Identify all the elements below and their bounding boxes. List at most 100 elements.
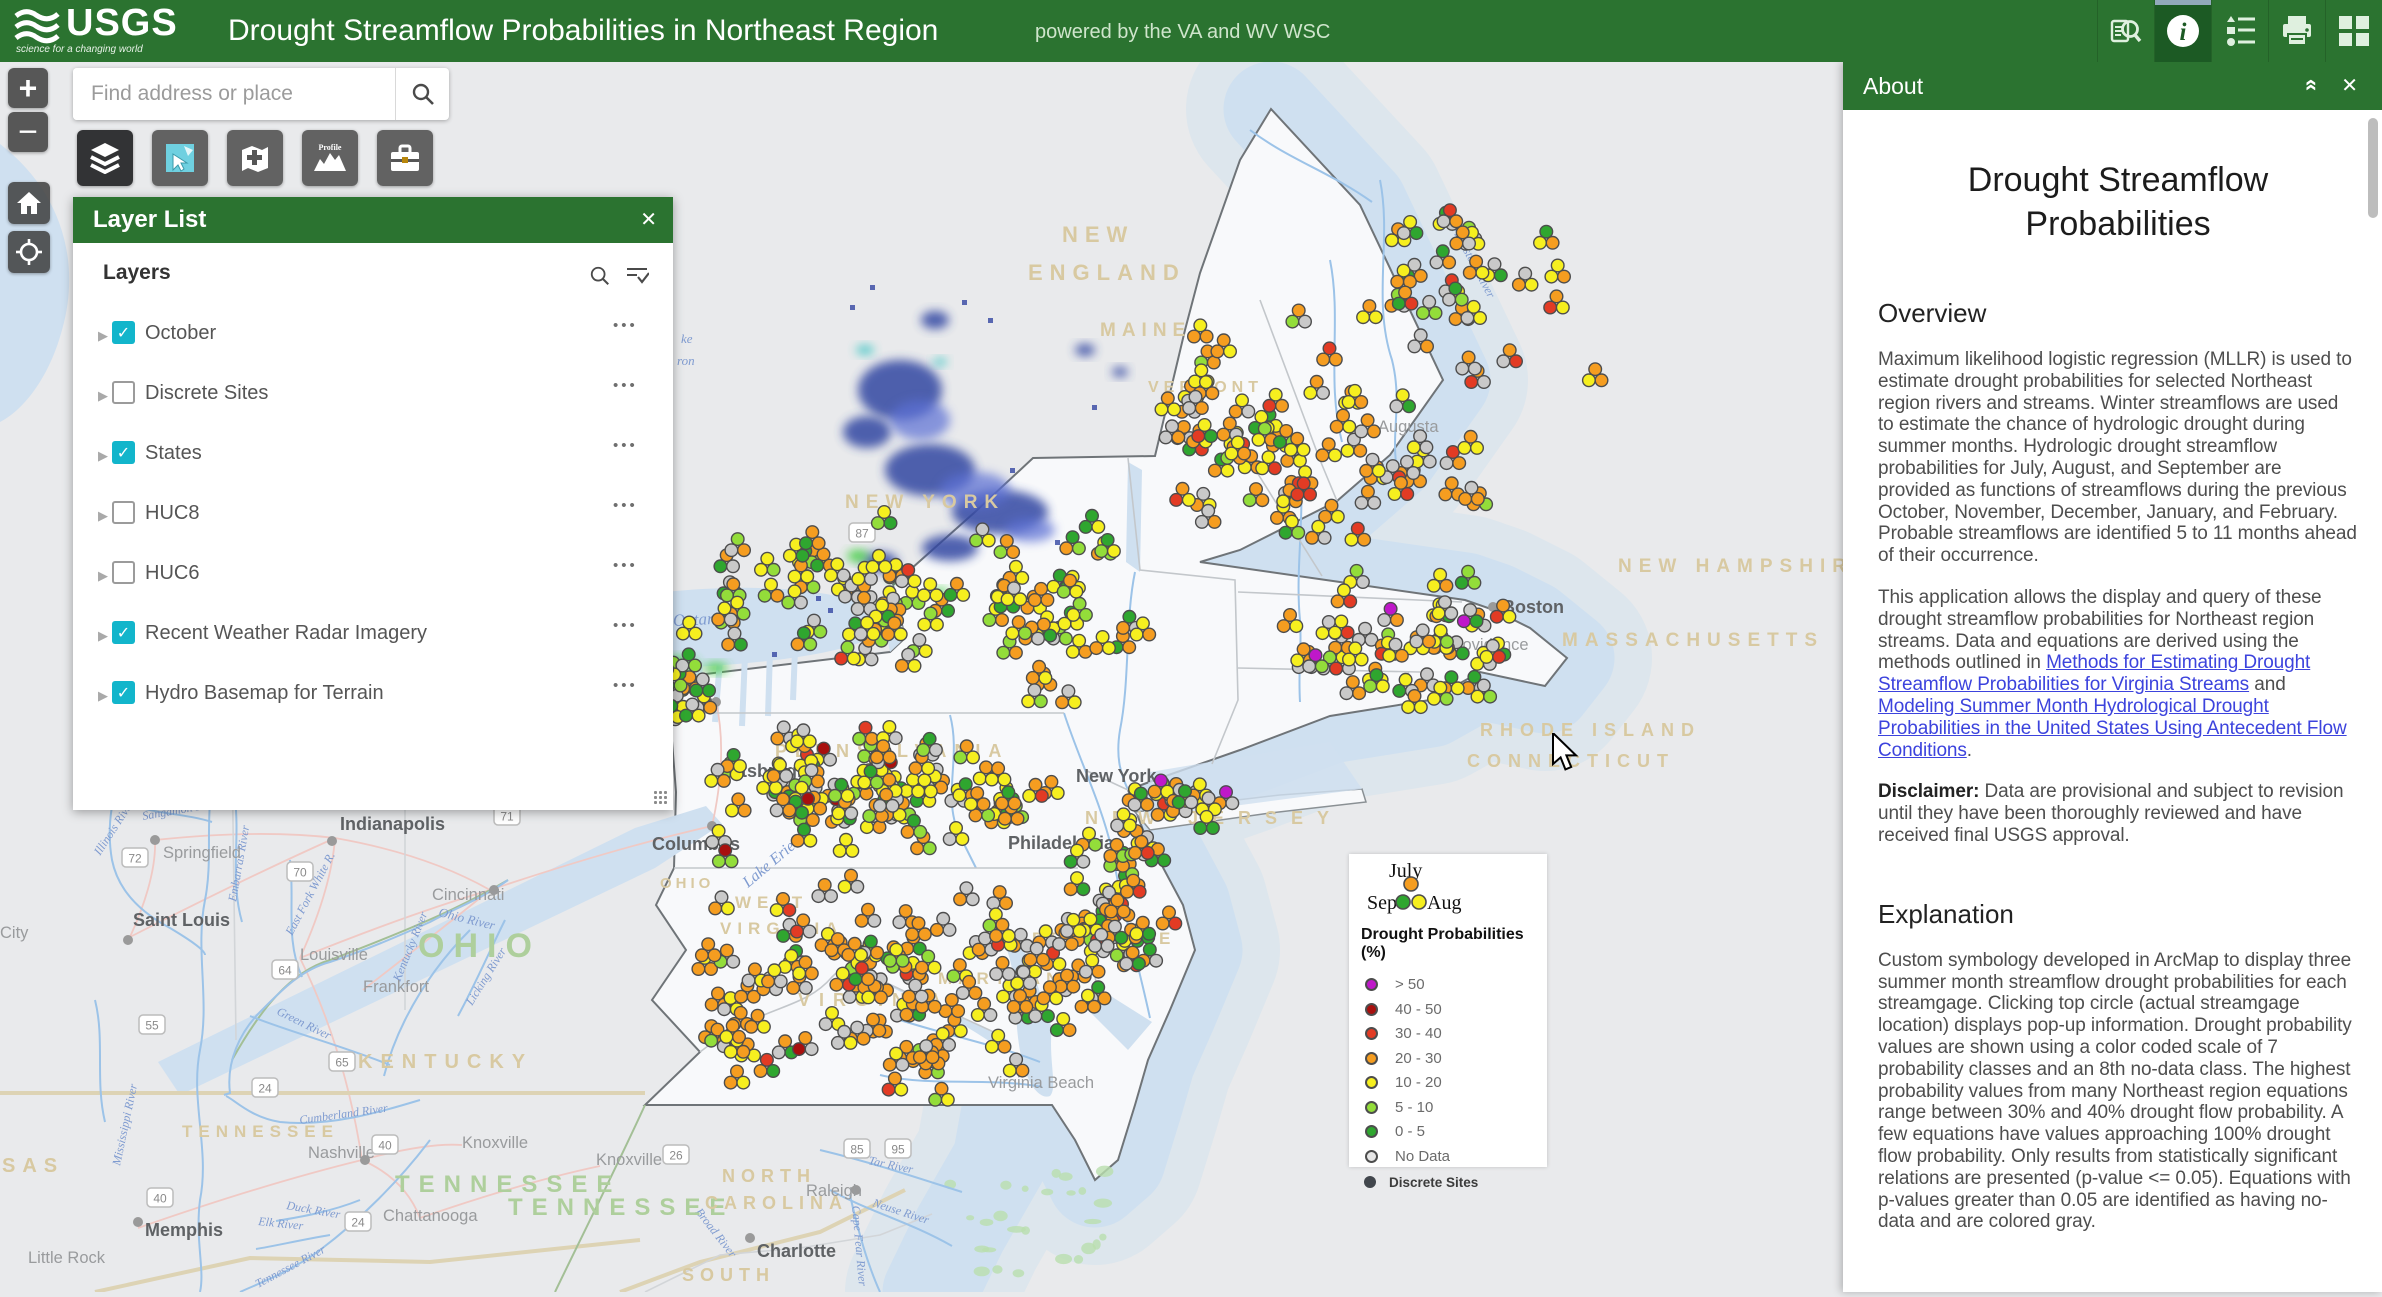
close-icon[interactable]: ✕	[2341, 62, 2358, 110]
layers-icon	[88, 142, 122, 174]
svg-text:Nashville: Nashville	[308, 1144, 375, 1162]
svg-text:ENGLAND: ENGLAND	[1028, 260, 1186, 285]
layer-row-hydro-basemap-for-terrain: ▶✓Hydro Basemap for Terrain•••	[73, 669, 673, 729]
search-input[interactable]	[73, 68, 395, 120]
add-map-icon	[238, 142, 272, 174]
panel-resize-handle[interactable]	[653, 790, 667, 804]
svg-text:NEW: NEW	[1062, 222, 1134, 247]
layer-checkbox[interactable]: ✓	[112, 441, 135, 464]
expand-arrow-icon[interactable]: ▶	[98, 688, 108, 704]
expand-arrow-icon[interactable]: ▶	[98, 388, 108, 404]
expand-arrow-icon[interactable]: ▶	[98, 508, 108, 524]
header-toolbar: i	[2097, 0, 2382, 62]
svg-text:Virginia Beach: Virginia Beach	[988, 1074, 1094, 1092]
print-icon[interactable]	[2268, 0, 2325, 62]
svg-text:71: 71	[500, 810, 514, 824]
layer-menu-button[interactable]: •••	[613, 437, 638, 454]
road-shield: 87	[849, 523, 875, 542]
layer-menu-button[interactable]: •••	[613, 617, 638, 634]
road-shield: 65	[329, 1052, 355, 1071]
home-extent-button[interactable]	[8, 182, 50, 224]
overview-paragraph-1: Maximum likelihood logistic regression (…	[1878, 349, 2358, 567]
legend-item: No Data	[1349, 1146, 1547, 1171]
about-content: Drought Streamflow Probabilities Overvie…	[1878, 110, 2358, 1233]
legend-item: > 50	[1349, 974, 1547, 999]
layer-checkbox[interactable]	[112, 381, 135, 404]
layer-menu-button[interactable]: •••	[613, 677, 638, 694]
svg-text:Saint Louis: Saint Louis	[133, 910, 230, 930]
legend-item: 0 - 5	[1349, 1121, 1547, 1146]
toolbox-button[interactable]	[377, 130, 433, 186]
layer-menu-button[interactable]: •••	[613, 497, 638, 514]
legend-list-icon[interactable]	[2211, 0, 2268, 62]
layer-label: Discrete Sites	[145, 382, 268, 405]
select-tool-button[interactable]	[152, 130, 208, 186]
layer-list-panel: Layer List ✕ Layers ▶✓October•••▶Discret…	[73, 197, 673, 810]
page-title: Drought Streamflow Probabilities in Nort…	[228, 0, 938, 62]
road-shield: 40	[147, 1188, 173, 1207]
expand-arrow-icon[interactable]: ▶	[98, 628, 108, 644]
layer-menu-button[interactable]: •••	[613, 557, 638, 574]
legend-items: > 5040 - 5030 - 4020 - 3010 - 205 - 100 …	[1349, 974, 1547, 1198]
svg-text:64: 64	[278, 964, 292, 978]
layer-menu-button[interactable]: •••	[613, 377, 638, 394]
svg-text:TENNESSEE: TENNESSEE	[508, 1194, 734, 1221]
layer-list-button[interactable]	[77, 130, 133, 186]
svg-text:OHIO: OHIO	[418, 927, 541, 965]
road-shield: 64	[272, 960, 298, 979]
svg-text:Augusta: Augusta	[1378, 418, 1439, 436]
layer-checkbox[interactable]	[112, 561, 135, 584]
elevation-profile-button[interactable]: Profile	[302, 130, 358, 186]
layer-checkbox[interactable]: ✓	[112, 621, 135, 644]
map-select-icon	[164, 142, 196, 174]
layer-list-title: Layer List	[93, 206, 206, 233]
expand-arrow-icon[interactable]: ▶	[98, 448, 108, 464]
layer-menu-button[interactable]: •••	[613, 317, 638, 334]
toggle-all-layers-icon[interactable]	[625, 265, 649, 292]
svg-text:MASSACHUSETTS: MASSACHUSETTS	[1562, 630, 1824, 651]
legend-item: 5 - 10	[1349, 1097, 1547, 1122]
my-location-button[interactable]	[8, 231, 50, 273]
attribute-search-icon[interactable]	[2097, 0, 2154, 62]
legend-item: 30 - 40	[1349, 1023, 1547, 1048]
svg-text:TENNESSEE: TENNESSEE	[182, 1122, 339, 1141]
collapse-icon[interactable]: «	[2299, 79, 2325, 91]
zoom-out-button[interactable]: −	[8, 112, 48, 152]
layer-label: HUC8	[145, 502, 199, 525]
about-panel-header: About « ✕	[1843, 62, 2382, 110]
svg-text:Indianapolis: Indianapolis	[340, 814, 445, 834]
layer-label: October	[145, 322, 216, 345]
layer-checkbox[interactable]: ✓	[112, 681, 135, 704]
powered-by-text: powered by the VA and WV WSC	[1035, 0, 1330, 62]
expand-arrow-icon[interactable]: ▶	[98, 328, 108, 344]
zoom-in-button[interactable]: +	[8, 68, 48, 108]
usgs-logo[interactable]: USGS science for a changing world	[14, 4, 214, 58]
overview-heading: Overview	[1878, 298, 2358, 329]
info-icon[interactable]: i	[2154, 0, 2211, 62]
expand-arrow-icon[interactable]: ▶	[98, 568, 108, 584]
road-shield: 72	[122, 848, 148, 867]
search-button[interactable]	[395, 68, 449, 120]
link-modeling-summer[interactable]: Modeling Summer Month Hydrological Droug…	[1878, 696, 2347, 761]
svg-text:NEW HAMPSHIRE: NEW HAMPSHIRE	[1618, 556, 1873, 577]
layer-label: HUC6	[145, 562, 199, 585]
legend-item: 20 - 30	[1349, 1048, 1547, 1073]
about-panel: About « ✕ Drought Streamflow Probabiliti…	[1843, 62, 2382, 1292]
svg-text:NORTH: NORTH	[722, 1166, 816, 1186]
toolbox-icon	[388, 142, 422, 174]
svg-text:OHIO: OHIO	[660, 875, 714, 892]
locate-icon	[15, 238, 43, 266]
close-icon[interactable]: ✕	[640, 197, 657, 243]
road-shield: 95	[885, 1139, 911, 1158]
layer-search-icon[interactable]	[589, 265, 611, 292]
map-toolbar: Profile	[77, 130, 433, 186]
home-icon	[16, 191, 42, 215]
apps-grid-icon[interactable]	[2325, 0, 2382, 62]
add-data-button[interactable]	[227, 130, 283, 186]
layer-list-header[interactable]: Layer List ✕	[73, 197, 673, 243]
layer-checkbox[interactable]	[112, 501, 135, 524]
svg-text:NEW YORK: NEW YORK	[845, 492, 1005, 513]
layer-row-discrete-sites: ▶ Discrete Sites •••	[73, 369, 673, 429]
layer-checkbox[interactable]: ✓	[112, 321, 135, 344]
scrollbar-thumb[interactable]	[2368, 118, 2378, 218]
